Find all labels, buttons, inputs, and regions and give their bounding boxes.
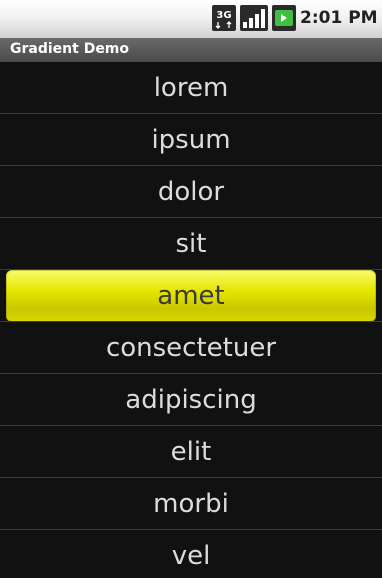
signal-strength-icon	[240, 5, 268, 31]
network-3g-label: 3G	[216, 10, 231, 21]
list-item[interactable]: elit	[0, 426, 382, 478]
status-bar: 3G 2:01 PM	[0, 0, 382, 39]
list-item[interactable]: sit	[0, 218, 382, 270]
list-item[interactable]: vel	[0, 530, 382, 578]
list-item[interactable]: morbi	[0, 478, 382, 530]
list-item[interactable]: consectetuer	[0, 322, 382, 374]
list-item[interactable]: lorem	[0, 62, 382, 114]
network-3g-icon: 3G	[212, 5, 236, 31]
app-title: Gradient Demo	[10, 41, 130, 57]
item-list[interactable]: lorem ipsum dolor sit amet consectetuer adipis…	[0, 62, 382, 578]
list-item[interactable]: ipsum	[0, 114, 382, 166]
title-bar: Gradient Demo	[0, 38, 382, 62]
phone-screen: 3G 2:01 PM Gradient Demo lorem ipsum dolor…	[0, 0, 382, 578]
status-time: 2:01 PM	[300, 8, 378, 28]
list-item[interactable]: dolor	[0, 166, 382, 218]
list-item-selected[interactable]: amet	[6, 270, 376, 322]
battery-icon	[272, 5, 296, 31]
list-item[interactable]: adipiscing	[0, 374, 382, 426]
